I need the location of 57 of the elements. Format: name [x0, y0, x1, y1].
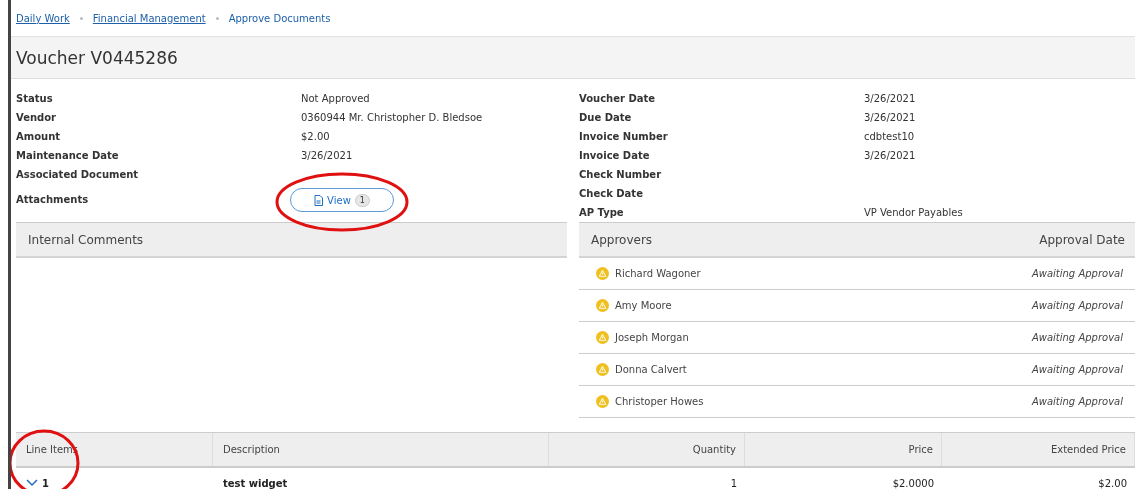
count-badge: 1 [354, 193, 370, 207]
field-label: AP Type [579, 206, 625, 220]
document-icon [314, 194, 324, 206]
approval-status: Awaiting Approval [1031, 332, 1123, 343]
panel-title: Internal Comments [28, 232, 144, 247]
field-label: Vendor [16, 111, 58, 125]
column-header: Price [908, 444, 933, 455]
column-header: Description [223, 444, 280, 455]
field-label: Due Date [579, 111, 633, 125]
field-value: Not Approved [301, 92, 371, 106]
field-label: Attachments [16, 193, 90, 207]
warning-icon [596, 267, 609, 280]
field-label: Voucher Date [579, 92, 657, 106]
field-value: 3/26/2021 [864, 111, 917, 125]
breadcrumb-link[interactable]: Approve Documents [228, 12, 331, 24]
breadcrumb-link[interactable]: Financial Management [92, 12, 206, 24]
field-label: Maintenance Date [16, 149, 120, 163]
approver-name: Richard Wagoner [615, 268, 701, 279]
field-label: Check Number [579, 168, 663, 182]
column-header: Extended Price [1050, 444, 1126, 455]
field-value: 3/26/2021 [864, 149, 917, 163]
page-title: Voucher V0445286 [16, 47, 178, 68]
chevron-icon[interactable] [26, 479, 38, 487]
field-value: $2.00 [301, 130, 331, 144]
field-value: VP Vendor Payables [864, 206, 964, 220]
table-cell: 1 [730, 477, 737, 489]
field-value: 3/26/2021 [864, 92, 917, 106]
table-cell: $2.00 [1098, 477, 1127, 489]
warning-icon [596, 299, 609, 312]
field-value: 3/26/2021 [301, 149, 354, 163]
field-label: Check Date [579, 187, 644, 201]
approver-name: Donna Calvert [615, 364, 687, 375]
column-header: Quantity [692, 444, 736, 455]
field-label: Associated Document [16, 168, 140, 182]
field-label: Invoice Number [579, 130, 669, 144]
field-value: 0360944 Mr. Christopher D. Bledsoe [301, 111, 484, 125]
view-button[interactable]: View 1 [290, 188, 394, 212]
approver-name: Christoper Howes [615, 396, 704, 407]
field-label: Invoice Date [579, 149, 651, 163]
column-header: Approvers [591, 232, 653, 247]
approval-status: Awaiting Approval [1031, 268, 1123, 279]
field-label: Status [16, 92, 54, 106]
breadcrumb-link[interactable]: Daily Work [16, 12, 70, 24]
table-cell: test widget [223, 477, 288, 489]
field-label: Amount [16, 130, 62, 144]
approver-name: Joseph Morgan [615, 332, 689, 343]
approver-name: Amy Moore [615, 300, 672, 311]
column-header: Approval Date [1039, 232, 1125, 247]
approval-status: Awaiting Approval [1031, 396, 1123, 407]
approval-status: Awaiting Approval [1031, 300, 1123, 311]
field-value: cdbtest10 [864, 130, 916, 144]
warning-icon [596, 331, 609, 344]
warning-icon [596, 395, 609, 408]
warning-icon [596, 363, 609, 376]
table-cell: $2.0000 [892, 477, 934, 489]
approval-status: Awaiting Approval [1031, 364, 1123, 375]
line-number: 1 [42, 477, 49, 489]
